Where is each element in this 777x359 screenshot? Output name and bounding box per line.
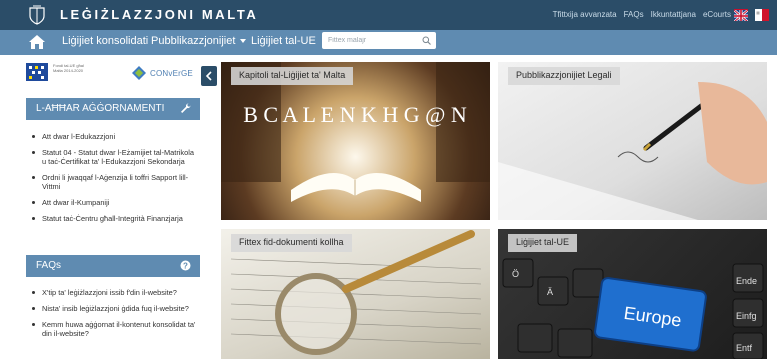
tile-eu-laws[interactable]: Europe Ö Ä Einfg Entf Ende Liġijiet tal-… [498,229,767,359]
faqs-title: FAQs [36,260,62,271]
site-title[interactable]: LEĠIŻLAZZJONI MALTA [60,7,258,22]
key-label: Ö [512,269,519,279]
update-item[interactable]: Statut 04 - Statut dwar l-Eżamijiet tal-… [30,148,198,166]
wrench-icon [181,103,191,113]
latest-updates-list: Att dwar l-Edukazzjoni Statut 04 - Statu… [30,132,198,230]
key-label: Einfg [736,311,757,321]
advanced-search-link[interactable]: Tfittxija avvanzata [553,10,617,19]
key-label: Entf [736,343,753,353]
open-book-image: B C A L E N K H G @ N [221,62,490,202]
tile-label: Kapitoli tal-Liġijiet ta' Malta [231,67,354,85]
faq-item[interactable]: Nista' insib leġiżlazzjoni ġdida fuq il-… [30,304,198,313]
faq-item[interactable]: X'tip ta' leġiżlazzjoni issib f'din il-w… [30,288,198,297]
pen-signing-image [498,82,767,220]
latest-updates-header: L-Aħħar Aġġornamenti [26,98,200,120]
uk-flag-icon[interactable] [734,9,748,21]
help-icon: ? [180,260,191,271]
search-input[interactable] [328,35,418,46]
chevron-left-icon [205,71,212,81]
key-label: Ende [736,276,757,286]
eu-funds-logo [26,63,48,81]
svg-text:?: ? [183,261,188,270]
faqs-list: X'tip ta' leġiżlazzjoni issib f'din il-w… [30,288,198,345]
faq-item[interactable]: Kemm huwa aġġornat il-kontenut konsolida… [30,320,198,338]
home-icon[interactable] [28,34,46,50]
top-links: Tfittxija avvanzata FAQs Ikkuntattjana e… [553,10,731,19]
search-icon[interactable] [422,36,431,45]
ecourts-link[interactable]: eCourts [703,10,731,19]
chevron-down-icon [240,39,247,44]
quick-search [322,32,436,49]
nav-publications[interactable]: Pubblikazzjonijiet [151,35,247,47]
nav-eu-laws[interactable]: Liġijiet tal-UE [251,35,316,47]
update-item[interactable]: Att dwar l-Edukazzjoni [30,132,198,141]
partner-logos: Fondi tal-UE għal Malta 2014-2020 CONvEr… [26,61,202,91]
tile-laws-of-malta[interactable]: B C A L E N K H G @ N Kapitoli tal-Liġij… [221,62,490,220]
flying-letters-text: B C A L E N K H G @ N [243,102,467,127]
tile-label: Pubblikazzjonijiet Legali [508,67,620,85]
sidebar-toggle[interactable] [201,66,217,86]
latest-updates-title: L-Aħħar Aġġornamenti [36,103,165,114]
tile-label: Fittex fid-dokumenti kollha [231,234,352,252]
tile-search-documents[interactable]: Fittex fid-dokumenti kollha [221,229,490,359]
tile-legal-publications[interactable]: Pubblikazzjonijiet Legali [498,62,767,220]
tile-label: Liġijiet tal-UE [508,234,578,252]
faqs-link[interactable]: FAQs [624,10,644,19]
converge-logo-icon [132,66,146,80]
contact-link[interactable]: Ikkuntattjana [651,10,696,19]
faqs-header: FAQs ? [26,255,200,277]
nav-consolidated-laws[interactable]: Liġijiet konsolidati [62,35,148,47]
update-item[interactable]: Statut taċ-Ċentru għall-Integrità Finanz… [30,214,198,223]
key-label: Ä [547,287,553,297]
converge-logo-text: CONvErGE [150,69,193,78]
update-item[interactable]: Ordni li jwaqqaf l-Aġenzija li toffri Sa… [30,173,198,191]
coat-of-arms-icon[interactable] [26,5,48,25]
malta-flag-icon[interactable] [755,9,769,21]
update-item[interactable]: Att dwar il-Kumpaniji [30,198,198,207]
top-bar: LEĠIŻLAZZJONI MALTA Tfittxija avvanzata … [0,0,777,30]
nav-publications-label: Pubblikazzjonijiet [151,35,236,47]
eu-funds-text: Fondi tal-UE għal Malta 2014-2020 [53,63,84,73]
